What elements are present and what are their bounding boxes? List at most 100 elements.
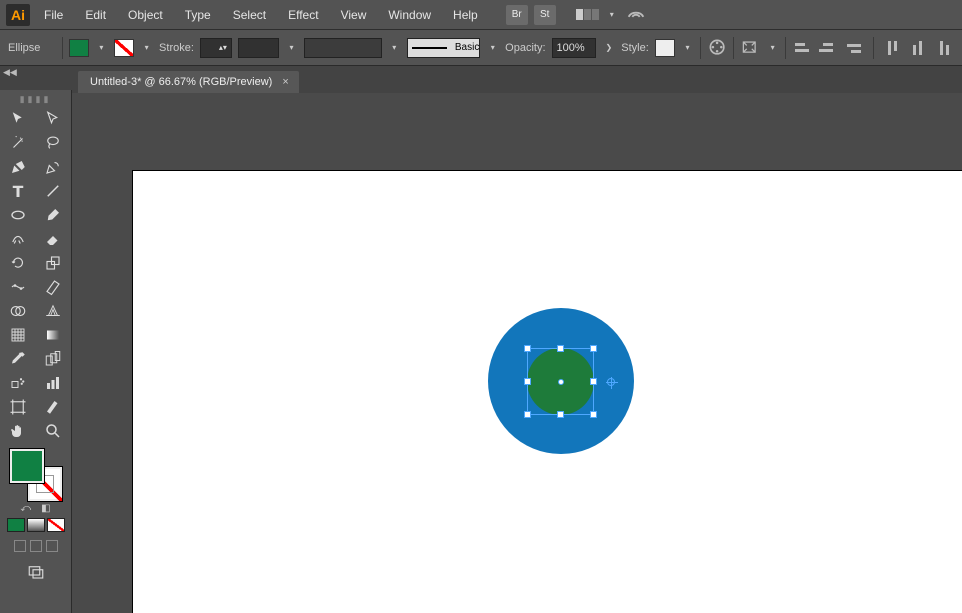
- document-tab[interactable]: Untitled-3* @ 66.67% (RGB/Preview) ×: [78, 71, 299, 93]
- selection-handle-icon[interactable]: [524, 411, 531, 418]
- mesh-tool-icon[interactable]: [0, 323, 36, 347]
- gpu-preview-icon[interactable]: [625, 5, 647, 25]
- align-hcenter-icon[interactable]: [818, 38, 838, 58]
- panel-collapse-icon[interactable]: ◀◀: [3, 67, 17, 78]
- stroke-weight-input[interactable]: ▴▾: [200, 38, 232, 58]
- slice-tool-icon[interactable]: [36, 395, 72, 419]
- color-mode-none-icon[interactable]: [47, 518, 65, 532]
- selection-center-icon[interactable]: [558, 379, 564, 385]
- menu-view[interactable]: View: [333, 4, 375, 26]
- shaper-tool-icon[interactable]: [0, 227, 36, 251]
- recolor-artwork-icon[interactable]: [707, 38, 727, 58]
- menu-edit[interactable]: Edit: [77, 4, 114, 26]
- align-top-icon[interactable]: [881, 38, 901, 58]
- selection-bounding-box[interactable]: [527, 348, 594, 415]
- artboard-tool-icon[interactable]: [0, 395, 36, 419]
- fill-swatch[interactable]: [69, 39, 89, 57]
- magic-wand-tool-icon[interactable]: [0, 131, 36, 155]
- control-bar: Ellipse ▾ ▾ Stroke: ▴▾ ▾ ▾ Basic ▾ Opaci…: [0, 29, 962, 65]
- default-fill-stroke-icon[interactable]: ◧: [41, 503, 50, 514]
- brush-definition[interactable]: [304, 38, 382, 58]
- graphic-style-swatch[interactable]: [655, 39, 675, 57]
- opacity-label: Opacity:: [505, 42, 545, 54]
- style-label: Style:: [621, 42, 649, 54]
- menu-object[interactable]: Object: [120, 4, 171, 26]
- bridge-icon[interactable]: Br: [506, 5, 528, 25]
- canvas-area[interactable]: [78, 93, 962, 613]
- fill-stroke-proxy[interactable]: [10, 449, 62, 501]
- column-graph-tool-icon[interactable]: [36, 371, 72, 395]
- selection-tool-icon[interactable]: [0, 107, 36, 131]
- vw-dropdown-icon[interactable]: ▾: [285, 39, 298, 57]
- stroke-swatch[interactable]: [114, 39, 134, 57]
- screen-mode-icon[interactable]: [13, 560, 59, 584]
- fill-dropdown-icon[interactable]: ▾: [95, 39, 108, 57]
- line-segment-tool-icon[interactable]: [36, 179, 72, 203]
- blend-tool-icon[interactable]: [36, 347, 72, 371]
- stroke-dropdown-icon[interactable]: ▾: [140, 39, 153, 57]
- pen-tool-icon[interactable]: [0, 155, 36, 179]
- close-tab-icon[interactable]: ×: [282, 76, 288, 88]
- direct-selection-tool-icon[interactable]: [36, 107, 72, 131]
- color-mode-solid-icon[interactable]: [7, 518, 25, 532]
- variable-width-profile[interactable]: [238, 38, 279, 58]
- color-mode-gradient-icon[interactable]: [27, 518, 45, 532]
- eyedropper-tool-icon[interactable]: [0, 347, 36, 371]
- arrange-dropdown-icon[interactable]: ▾: [605, 6, 619, 24]
- selection-handle-icon[interactable]: [590, 378, 597, 385]
- symbol-sprayer-tool-icon[interactable]: [0, 371, 36, 395]
- align-vcenter-icon[interactable]: [908, 38, 928, 58]
- draw-inside-icon[interactable]: [46, 540, 58, 552]
- stroke-style-preview[interactable]: Basic: [407, 38, 481, 58]
- selection-handle-icon[interactable]: [590, 411, 597, 418]
- draw-behind-icon[interactable]: [30, 540, 42, 552]
- width-tool-icon[interactable]: [0, 275, 36, 299]
- selection-handle-icon[interactable]: [557, 411, 564, 418]
- free-transform-tool-icon[interactable]: [36, 275, 72, 299]
- perspective-grid-tool-icon[interactable]: [36, 299, 72, 323]
- artboard[interactable]: [132, 170, 962, 613]
- stock-icon[interactable]: St: [534, 5, 556, 25]
- type-tool-icon[interactable]: [0, 179, 36, 203]
- align-to-icon[interactable]: [740, 38, 760, 58]
- arrange-documents-icon[interactable]: [576, 9, 599, 20]
- align-left-icon[interactable]: [792, 38, 812, 58]
- menu-window[interactable]: Window: [380, 4, 439, 26]
- curvature-tool-icon[interactable]: [36, 155, 72, 179]
- opacity-input[interactable]: 100%: [552, 38, 597, 58]
- hand-tool-icon[interactable]: [0, 419, 36, 443]
- menu-select[interactable]: Select: [225, 4, 274, 26]
- gradient-tool-icon[interactable]: [36, 323, 72, 347]
- ellipse-tool-icon[interactable]: [0, 203, 36, 227]
- menu-file[interactable]: File: [36, 4, 71, 26]
- opacity-dropdown-icon[interactable]: ❯: [602, 39, 615, 57]
- menu-help[interactable]: Help: [445, 4, 486, 26]
- scale-tool-icon[interactable]: [36, 251, 72, 275]
- paintbrush-tool-icon[interactable]: [36, 203, 72, 227]
- menu-type[interactable]: Type: [177, 4, 219, 26]
- selected-shape-label: Ellipse: [8, 42, 56, 54]
- draw-normal-icon[interactable]: [14, 540, 26, 552]
- selection-handle-icon[interactable]: [524, 378, 531, 385]
- app-logo-icon: Ai: [6, 4, 30, 26]
- selection-handle-icon[interactable]: [524, 345, 531, 352]
- stroke-style-dropdown-icon[interactable]: ▾: [486, 39, 499, 57]
- rotate-tool-icon[interactable]: [0, 251, 36, 275]
- lasso-tool-icon[interactable]: [36, 131, 72, 155]
- align-to-dropdown-icon[interactable]: ▾: [766, 39, 779, 57]
- align-right-icon[interactable]: [844, 38, 864, 58]
- shape-builder-tool-icon[interactable]: [0, 299, 36, 323]
- menu-effect[interactable]: Effect: [280, 4, 326, 26]
- separator: [785, 37, 786, 59]
- selection-handle-icon[interactable]: [590, 345, 597, 352]
- align-bottom-icon[interactable]: [934, 38, 954, 58]
- transform-pivot-icon[interactable]: [607, 378, 615, 386]
- toolbar-grip-icon[interactable]: ▮▮▮▮: [0, 94, 71, 105]
- selection-handle-icon[interactable]: [557, 345, 564, 352]
- brush-dropdown-icon[interactable]: ▾: [388, 39, 401, 57]
- graphic-style-dropdown-icon[interactable]: ▾: [681, 39, 694, 57]
- fill-proxy-icon[interactable]: [10, 449, 44, 483]
- swap-fill-stroke-icon[interactable]: ⤺: [20, 503, 31, 514]
- eraser-tool-icon[interactable]: [36, 227, 72, 251]
- zoom-tool-icon[interactable]: [36, 419, 72, 443]
